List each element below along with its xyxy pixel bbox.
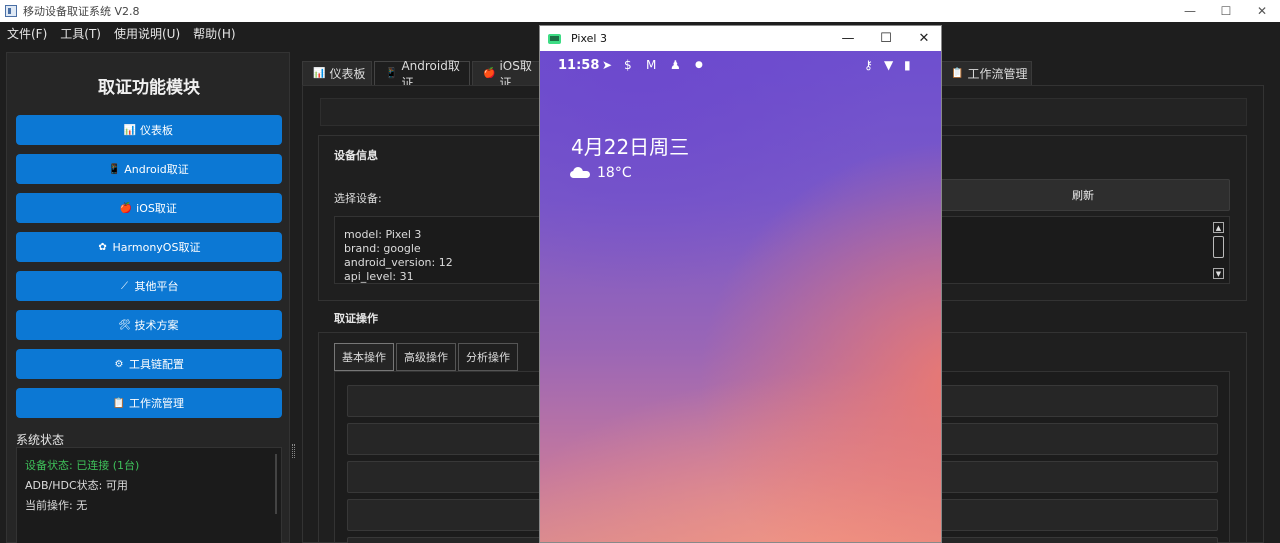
telegram-icon: ➤ — [602, 58, 613, 72]
dashboard-icon: 📊 — [123, 124, 137, 136]
tab-ios[interactable]: 🍎 iOS取证 — [472, 59, 542, 90]
app-logo-icon — [5, 5, 17, 17]
device-brand-line: brand: google — [344, 242, 421, 255]
phone-status-bar: 11:58 ➤ $ M ♟ ● ⚷ ▼ ▮ — [540, 51, 941, 81]
clipboard-icon: 📋 — [951, 68, 964, 79]
scroll-down-icon[interactable]: ▼ — [1213, 268, 1224, 279]
clipboard-icon: 📋 — [112, 397, 126, 409]
phone-icon: 📱 — [108, 163, 121, 175]
info-scrollbar[interactable]: ▲ ▼ — [1213, 222, 1225, 280]
emulator-title-bar[interactable]: Pixel 3 — ☐ ✕ — [540, 26, 941, 51]
wifi-icon: ▼ — [884, 58, 894, 72]
tab-dashboard[interactable]: 📊 仪表板 — [302, 61, 372, 85]
dot-icon: ● — [695, 60, 703, 70]
scroll-thumb[interactable] — [1213, 236, 1224, 258]
device-android-version-line: android_version: 12 — [344, 256, 453, 269]
maximize-icon[interactable]: ☐ — [1208, 0, 1244, 22]
minimize-icon[interactable]: — — [1172, 0, 1208, 22]
system-status-box: 设备状态: 已连接 (1台) ADB/HDC状态: 可用 当前操作: 无 — [16, 447, 282, 543]
lockscreen-date: 4月22日周三 — [571, 135, 690, 159]
refresh-button[interactable]: 刷新 — [936, 179, 1230, 211]
emulator-window-controls: — ☐ ✕ — [829, 26, 941, 51]
subtab-analysis[interactable]: 分析操作 — [458, 343, 518, 371]
nav-label: 工具链配置 — [129, 358, 184, 371]
select-device-label: 选择设备: — [334, 192, 382, 205]
subtab-advanced[interactable]: 高级操作 — [396, 343, 456, 371]
app-title-bar: 移动设备取证系统 V2.8 — ☐ ✕ — [0, 0, 1280, 22]
tools-icon: 🛠 — [118, 319, 131, 331]
nav-harmonyos-button[interactable]: ✿ HarmonyOS取证 — [16, 232, 282, 262]
menu-instructions[interactable]: 使用说明(U) — [107, 25, 186, 42]
menu-help[interactable]: 帮助(H) — [186, 25, 241, 42]
tab-label: 仪表板 — [329, 67, 366, 81]
s-app-icon: $ — [624, 58, 632, 72]
device-api-level-line: api_level: 31 — [344, 270, 414, 283]
phone-screen[interactable]: 11:58 ➤ $ M ♟ ● ⚷ ▼ ▮ 4月22日周三 18°C — [540, 51, 941, 542]
emulator-close-icon[interactable]: ✕ — [905, 26, 941, 51]
sidebar: 取证功能模块 📊 仪表板 📱 Android取证 🍎 iOS取证 ✿ Harmo… — [6, 52, 290, 543]
vpn-key-icon: ⚷ — [864, 58, 873, 72]
emulator-minimize-icon[interactable]: — — [829, 26, 867, 51]
panel-splitter-handle[interactable] — [292, 444, 295, 458]
window-controls: — ☐ ✕ — [1172, 0, 1280, 22]
person-icon: ♟ — [670, 58, 681, 72]
status-scrollbar[interactable] — [275, 454, 277, 514]
emulator-app-icon — [548, 33, 561, 44]
phone-clock: 11:58 — [558, 58, 600, 73]
nav-workflow-button[interactable]: 📋 工作流管理 — [16, 388, 282, 418]
nav-android-button[interactable]: 📱 Android取证 — [16, 154, 282, 184]
cloud-icon — [570, 165, 590, 178]
nav-label: 其他平台 — [134, 280, 179, 293]
emulator-maximize-icon[interactable]: ☐ — [867, 26, 905, 51]
app-title: 移动设备取证系统 V2.8 — [23, 5, 140, 18]
weather-temperature: 18°C — [597, 165, 632, 181]
nav-ios-button[interactable]: 🍎 iOS取证 — [16, 193, 282, 223]
nav-tech-solutions-button[interactable]: 🛠 技术方案 — [16, 310, 282, 340]
tab-label: 工作流管理 — [967, 67, 1028, 81]
system-status-title: 系统状态 — [16, 433, 65, 447]
tab-android[interactable]: 📱 Android取证 — [374, 59, 470, 90]
device-status-text: 设备状态: 已连接 (1台) — [25, 459, 140, 472]
nav-dashboard-button[interactable]: 📊 仪表板 — [16, 115, 282, 145]
emulator-title: Pixel 3 — [571, 32, 607, 45]
flower-icon: ✿ — [98, 241, 107, 253]
nav-label: iOS取证 — [136, 202, 177, 215]
apple-icon: 🍎 — [119, 202, 133, 214]
scroll-up-icon[interactable]: ▲ — [1213, 222, 1224, 233]
nav-other-platforms-button[interactable]: ⟋ 其他平台 — [16, 271, 282, 301]
nav-label: 技术方案 — [134, 319, 179, 332]
pen-icon: ⟋ — [121, 280, 128, 292]
nav-label: HarmonyOS取证 — [112, 241, 201, 254]
close-icon[interactable]: ✕ — [1244, 0, 1280, 22]
dashboard-icon: 📊 — [313, 68, 326, 79]
menu-tools[interactable]: 工具(T) — [53, 25, 107, 42]
emulator-window[interactable]: Pixel 3 — ☐ ✕ 11:58 ➤ $ M ♟ ● ⚷ ▼ ▮ 4月22… — [539, 25, 942, 543]
nav-label: 仪表板 — [140, 124, 173, 137]
sidebar-title: 取证功能模块 — [98, 78, 200, 98]
gear-icon: ⚙ — [114, 358, 124, 370]
subtab-basic[interactable]: 基本操作 — [334, 343, 394, 371]
nav-label: 工作流管理 — [129, 397, 184, 410]
menu-file[interactable]: 文件(F) — [0, 25, 53, 42]
battery-icon: ▮ — [904, 58, 911, 72]
adb-status-text: ADB/HDC状态: 可用 — [25, 479, 128, 492]
operations-title: 取证操作 — [334, 312, 378, 325]
gmail-icon: M — [646, 58, 657, 72]
phone-icon: 📱 — [385, 68, 398, 79]
nav-toolchain-button[interactable]: ⚙ 工具链配置 — [16, 349, 282, 379]
apple-icon: 🍎 — [483, 68, 496, 79]
nav-label: Android取证 — [124, 163, 189, 176]
device-model-line: model: Pixel 3 — [344, 228, 422, 241]
tab-workflow[interactable]: 📋 工作流管理 — [940, 61, 1032, 85]
device-info-title: 设备信息 — [334, 149, 378, 162]
current-operation-text: 当前操作: 无 — [25, 499, 88, 512]
